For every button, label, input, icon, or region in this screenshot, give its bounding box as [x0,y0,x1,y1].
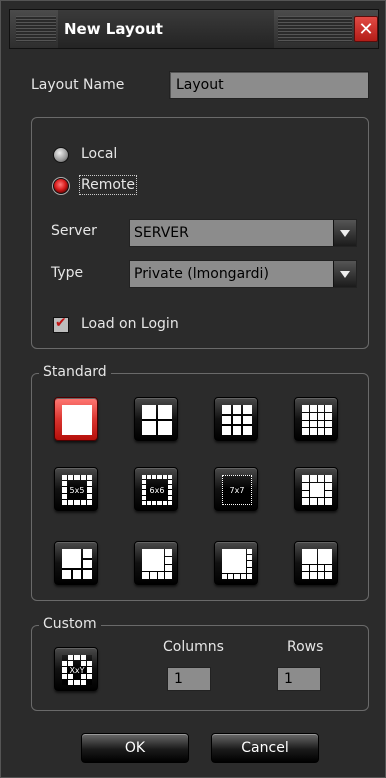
layout-tile-4x4[interactable] [294,397,338,441]
local-label[interactable]: Local [81,146,117,162]
title-bar[interactable]: New Layout ✕ [9,9,379,49]
custom-group-title: Custom [39,616,101,632]
layout-tile-1x1[interactable] [54,397,98,441]
standard-group-title: Standard [39,364,111,380]
local-radio[interactable] [53,147,69,163]
columns-label: Columns [163,639,224,655]
server-select[interactable]: SERVER [129,219,357,247]
type-value: Private (lmongardi) [134,266,269,282]
remote-label[interactable]: Remote [78,175,138,195]
tile-label: 7x7 [229,485,245,495]
remote-radio[interactable] [52,177,70,195]
layout-tile-1plus12[interactable] [214,541,258,585]
chevron-down-icon[interactable] [333,261,356,287]
layout-tile-1plus8[interactable] [294,467,338,511]
layout-tile-custom[interactable]: XxY [54,647,98,691]
layout-tile-1plus5[interactable] [54,541,98,585]
tile-label: 5x5 [69,485,85,495]
layout-name-label: Layout Name [31,77,125,93]
title-grip-right [278,16,352,42]
tile-label: 6x6 [149,485,165,495]
title-grip-left [16,16,56,42]
close-button[interactable]: ✕ [354,16,378,42]
rows-label: Rows [287,639,324,655]
layout-tile-6x6[interactable]: 6x6 [134,467,178,511]
close-icon: ✕ [358,19,374,40]
type-select[interactable]: Private (lmongardi) [129,260,357,288]
layout-name-input[interactable]: Layout [169,71,369,99]
columns-input[interactable]: 1 [167,667,211,691]
tile-label: XxY [69,665,85,675]
load-on-login-label[interactable]: Load on Login [81,316,179,332]
layout-tile-5x5[interactable]: 5x5 [54,467,98,511]
chevron-down-icon[interactable] [333,220,356,246]
type-label: Type [51,265,84,281]
load-on-login-checkbox[interactable] [53,315,69,333]
cancel-button[interactable]: Cancel [211,733,319,763]
layout-tile-2x2[interactable] [134,397,178,441]
ok-button[interactable]: OK [81,733,189,763]
layout-tile-7x7[interactable]: 7x7 [214,467,258,511]
server-value: SERVER [134,225,189,241]
layout-tile-2plus8[interactable] [294,541,338,585]
new-layout-dialog: New Layout ✕ Layout Name Layout Local Re… [0,0,386,778]
layout-tile-3x3[interactable] [214,397,258,441]
window-title: New Layout [58,10,274,48]
rows-input[interactable]: 1 [277,667,321,691]
server-label: Server [51,223,97,239]
layout-tile-1plus7[interactable] [134,541,178,585]
